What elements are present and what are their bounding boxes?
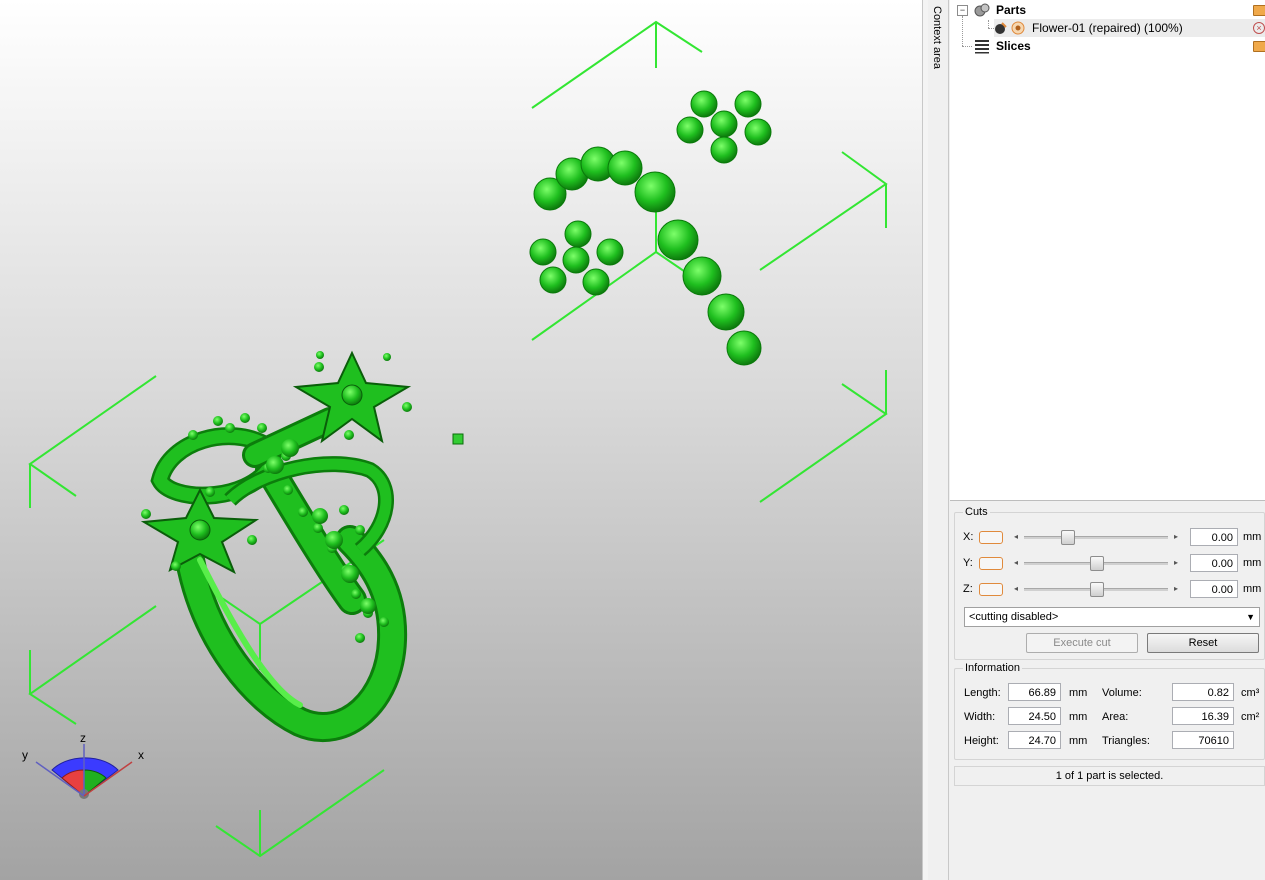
tree-item-parts[interactable]: Parts [974,1,1265,19]
cut-y-slider[interactable]: ◂ ▸ [1012,556,1180,571]
properties-panel: Cuts X: ◂ ▸ 0.00 mm Y: ◂ ▸ 0.00 mm Z: ◂ … [950,502,1265,880]
cut-z-slider[interactable]: ◂ ▸ [1012,582,1180,597]
information-group: Information Length: 66.89 mm Width: 24.5… [954,662,1265,760]
cut-x-label: X: [963,531,974,543]
collapse-parts-toggle[interactable]: − [957,5,968,16]
cut-y-value-input[interactable]: 0.00 [1190,554,1238,572]
pivot-marker[interactable] [452,433,464,445]
area-unit: cm² [1241,711,1260,723]
parts-label: Parts [996,3,1027,17]
slider-right-arrow-icon[interactable]: ▸ [1174,530,1178,544]
cuts-group: Cuts X: ◂ ▸ 0.00 mm Y: ◂ ▸ 0.00 mm Z: ◂ … [954,506,1265,660]
remove-part-icon[interactable]: × [1253,22,1265,34]
axis-label-x: x [138,748,144,762]
axis-label-z: z [80,731,86,745]
cut-mode-select[interactable]: <cutting disabled> ▼ [964,607,1260,627]
execute-cut-button[interactable]: Execute cut [1026,633,1138,653]
axis-gizmo[interactable]: z y x [22,731,144,799]
volume-value: 0.82 [1172,683,1234,701]
part-label: Flower-01 (repaired) (100%) [1032,21,1183,35]
information-title: Information [963,662,1023,674]
triangles-label: Triangles: [1102,735,1150,747]
slices-icon [975,40,989,54]
height-unit: mm [1069,735,1088,747]
selection-status: 1 of 1 part is selected. [954,766,1265,786]
slider-thumb[interactable] [1090,556,1104,571]
gem-parts[interactable] [529,90,772,366]
slider-right-arrow-icon[interactable]: ▸ [1174,556,1178,570]
slider-left-arrow-icon[interactable]: ◂ [1014,530,1018,544]
slider-left-arrow-icon[interactable]: ◂ [1014,582,1018,596]
length-value: 66.89 [1008,683,1061,701]
height-value: 24.70 [1008,731,1061,749]
cut-y-unit: mm [1243,557,1262,569]
slider-right-arrow-icon[interactable]: ▸ [1174,582,1178,596]
cut-y-label: Y: [963,557,973,569]
ring-model[interactable] [140,350,412,742]
tree-item-slices[interactable]: Slices [974,37,1265,55]
cut-x-toggle[interactable] [979,531,1003,544]
context-area-label: Context area [931,6,943,69]
cut-z-value-input[interactable]: 0.00 [1190,580,1238,598]
width-label: Width: [964,711,996,723]
reset-button[interactable]: Reset [1147,633,1259,653]
parts-icon [974,3,990,17]
cut-x-slider[interactable]: ◂ ▸ [1012,530,1180,545]
cut-z-unit: mm [1243,583,1262,595]
volume-label: Volume: [1102,687,1142,699]
cuts-title: Cuts [963,506,990,518]
cut-x-value-input[interactable]: 0.00 [1190,528,1238,546]
slices-label: Slices [996,39,1031,53]
tree-line [962,16,963,46]
slider-left-arrow-icon[interactable]: ◂ [1014,556,1018,570]
cut-z-toggle[interactable] [979,583,1003,596]
part-object-icon [995,22,1007,34]
cut-mode-value: <cutting disabled> [969,611,1059,623]
chevron-down-icon: ▼ [1246,612,1255,622]
slider-track [1024,536,1168,539]
triangles-value: 70610 [1172,731,1234,749]
volume-unit: cm³ [1241,687,1260,699]
context-area-tab[interactable]: Context area [928,0,949,880]
area-label: Area: [1102,711,1129,723]
tree-line [962,46,972,47]
area-value: 16.39 [1172,707,1234,725]
height-label: Height: [964,735,999,747]
length-unit: mm [1069,687,1088,699]
open-folder-icon[interactable] [1253,5,1265,16]
axis-label-y: y [22,748,28,762]
tree-line [988,20,989,28]
3d-viewport[interactable]: z y x [0,0,922,880]
cut-z-label: Z: [963,583,973,595]
open-folder-icon[interactable] [1253,41,1265,52]
scene-canvas[interactable]: z y x [0,0,922,880]
length-label: Length: [964,687,1001,699]
width-value: 24.50 [1008,707,1061,725]
visibility-eye-icon[interactable] [1011,21,1025,35]
cut-x-unit: mm [1243,531,1262,543]
tree-item-part[interactable]: Flower-01 (repaired) (100%) × [994,19,1265,37]
slider-thumb[interactable] [1090,582,1104,597]
slider-thumb[interactable] [1060,530,1075,545]
cut-y-toggle[interactable] [979,557,1003,570]
width-unit: mm [1069,711,1088,723]
parts-tree[interactable]: − Parts Flower-01 (repaired) (100%) × Sl… [950,0,1265,501]
